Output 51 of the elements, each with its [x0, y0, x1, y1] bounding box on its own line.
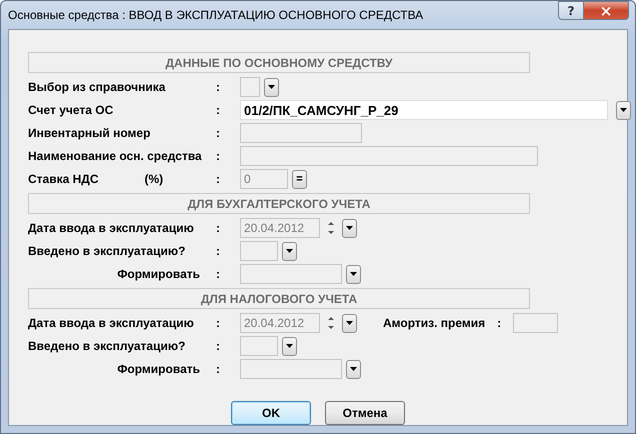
caret-icon: [350, 272, 357, 276]
dropdown-button[interactable]: [342, 218, 357, 238]
field-label: Инвентарный номер: [28, 126, 152, 140]
colon: :: [216, 172, 221, 186]
window-title: Основные средства : ВВОД В ЭКСПЛУАТАЦИЮ ОСНОВНОГО СРЕДСТВА: [8, 8, 424, 22]
help-button[interactable]: ?: [558, 1, 584, 20]
colon: :: [216, 339, 221, 353]
colon: :: [216, 316, 221, 330]
input-field[interactable]: [513, 313, 558, 333]
colon: :: [216, 221, 221, 235]
field-label: Формировать: [116, 267, 201, 281]
dropdown-button[interactable]: [342, 314, 357, 332]
field-label: Выбор из справочника: [28, 80, 166, 94]
section-header: ДАННЫЕ ПО ОСНОВНОМУ СРЕДСТВУ: [28, 52, 530, 73]
dropdown-button[interactable]: [346, 360, 361, 378]
dropdown-button[interactable]: [616, 100, 631, 120]
field-label: Амортиз. премия: [383, 316, 486, 330]
dropdown-button[interactable]: [282, 242, 297, 260]
colon: :: [497, 316, 502, 330]
caret-icon: [620, 108, 627, 112]
field-label: Наименование осн. средства: [28, 149, 203, 163]
dropdown-button[interactable]: [264, 78, 279, 96]
colon: :: [216, 80, 221, 94]
colon: :: [216, 126, 221, 140]
ok-button[interactable]: OK: [231, 401, 311, 425]
dropdown-button[interactable]: [282, 336, 297, 356]
field-label: Счет учета ОС: [28, 103, 114, 117]
unit-label: (%): [144, 172, 164, 186]
colon: :: [216, 362, 221, 376]
field-label: Дата ввода в эксплуатацию: [28, 316, 195, 330]
field-label: Введено в эксплуатацию?: [28, 244, 186, 258]
caret-icon: [350, 367, 357, 371]
field-label: Формировать: [116, 362, 201, 376]
colon: :: [216, 244, 221, 258]
caret-icon: [286, 249, 293, 253]
caret-icon: [286, 344, 293, 348]
caret-icon: [346, 226, 353, 230]
caret-icon: [346, 321, 353, 325]
field-label: Ставка НДС: [28, 172, 98, 186]
colon: :: [216, 149, 221, 163]
input-field[interactable]: 01/2/ПК_САМСУНГ_Р_29: [240, 100, 608, 120]
colon: :: [216, 267, 221, 281]
section-header: ДЛЯ НАЛОГОВОГО УЧЕТА: [28, 288, 530, 309]
dropdown-button[interactable]: [346, 264, 361, 284]
colon: :: [216, 103, 221, 117]
section-header: ДЛЯ БУХГАЛТЕРСКОГО УЧЕТА: [28, 193, 530, 214]
field-label: Введено в эксплуатацию?: [28, 339, 186, 353]
caret-icon: [268, 85, 275, 89]
close-button[interactable]: ×: [584, 1, 629, 20]
field-label: Дата ввода в эксплуатацию: [28, 221, 195, 235]
cancel-button[interactable]: Отмена: [325, 401, 405, 425]
